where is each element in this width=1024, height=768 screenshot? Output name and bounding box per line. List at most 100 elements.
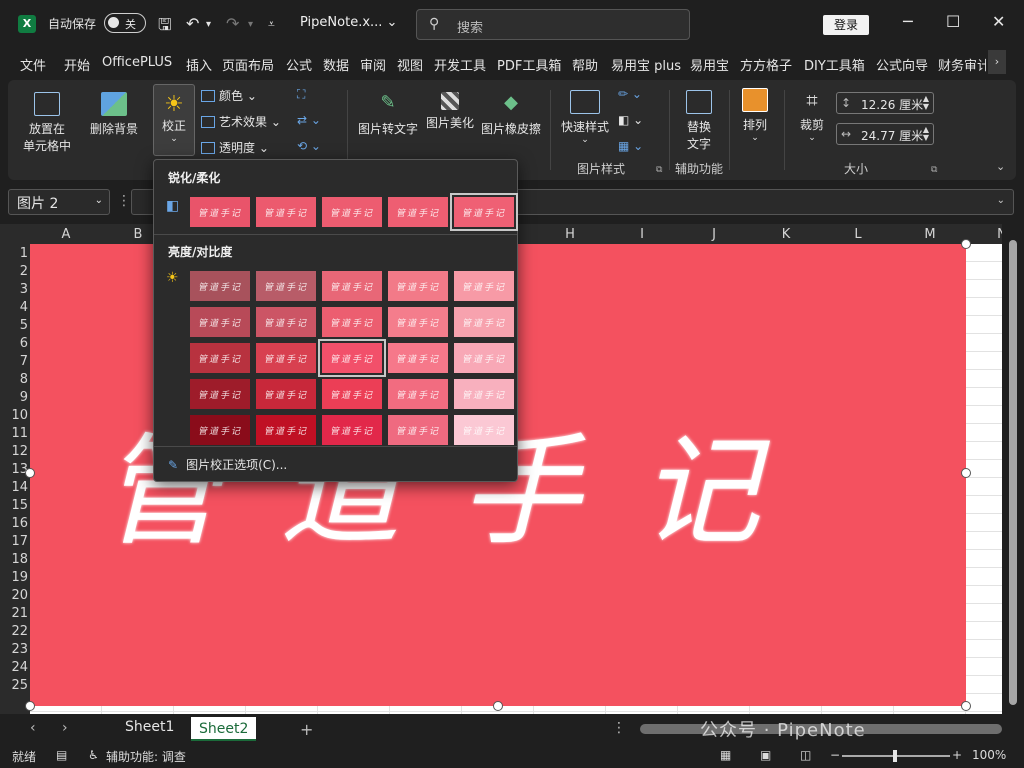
row-header[interactable]: 9 — [0, 390, 28, 405]
tab-insert[interactable]: 插入 — [186, 55, 212, 74]
zoom-level[interactable]: 100% — [972, 748, 1006, 762]
menu-scroll-right-icon[interactable]: › — [988, 50, 1006, 74]
sheet-options-icon[interactable]: ⋮ — [612, 720, 626, 736]
row-header[interactable]: 6 — [0, 336, 28, 351]
row-header[interactable]: 2 — [0, 264, 28, 279]
column-header[interactable]: N — [966, 227, 1002, 242]
brightness-preset-thumb[interactable]: 管道手记 — [256, 379, 316, 409]
quick-styles-button[interactable]: 快速样式 ⌄ — [558, 90, 612, 145]
name-box[interactable]: 图片 2 ⌄ — [8, 189, 110, 215]
sharpen-preset-thumb[interactable]: 管道手记 — [322, 197, 382, 227]
undo-icon[interactable]: ↶ — [186, 14, 199, 33]
brightness-preset-thumb[interactable]: 管道手记 — [322, 379, 382, 409]
brightness-preset-thumb[interactable]: 管道手记 — [388, 307, 448, 337]
row-header[interactable]: 21 — [0, 606, 28, 621]
column-header[interactable]: M — [894, 227, 966, 242]
row-header[interactable]: 25 — [0, 678, 28, 693]
place-in-cell-button[interactable]: 放置在 单元格中 — [18, 92, 76, 154]
sheet-prev-icon[interactable]: ‹ — [30, 720, 36, 736]
row-header[interactable]: 10 — [0, 408, 28, 423]
tab-finance-audit[interactable]: 财务审计 — [938, 55, 986, 74]
corrections-button[interactable]: ☀ 校正 ⌄ — [153, 84, 195, 156]
undo-dropdown-icon[interactable]: ▾ — [206, 19, 211, 30]
row-header[interactable]: 5 — [0, 318, 28, 333]
remove-background-button[interactable]: 删除背景 — [86, 92, 142, 137]
alt-text-button[interactable]: 替换 文字 — [676, 90, 722, 152]
zoom-out-icon[interactable]: − — [830, 748, 840, 762]
row-header[interactable]: 11 — [0, 426, 28, 441]
tab-file[interactable]: 文件 — [20, 55, 46, 74]
row-header[interactable]: 7 — [0, 354, 28, 369]
resize-handle-bottom-left[interactable] — [25, 701, 35, 711]
brightness-preset-thumb[interactable]: 管道手记 — [190, 343, 250, 373]
picture-corrections-options[interactable]: ✎ 图片校正选项(C)... — [168, 456, 287, 473]
tab-officeplus[interactable]: OfficePLUS — [102, 55, 172, 70]
brightness-preset-thumb[interactable]: 管道手记 — [190, 379, 250, 409]
maximize-icon[interactable]: ☐ — [946, 12, 960, 31]
brightness-preset-thumb[interactable]: 管道手记 — [454, 307, 514, 337]
sheet-tab-sheet2[interactable]: Sheet2 — [191, 717, 257, 741]
sharpen-preset-thumb[interactable]: 管道手记 — [190, 197, 250, 227]
brightness-preset-thumb[interactable]: 管道手记 — [454, 415, 514, 445]
sheet-next-icon[interactable]: › — [62, 720, 68, 736]
row-header[interactable]: 4 — [0, 300, 28, 315]
picture-layout-icon[interactable]: ▦ ⌄ — [618, 139, 643, 153]
tab-data[interactable]: 数据 — [323, 55, 349, 74]
arrange-button[interactable]: 排列 ⌄ — [737, 88, 773, 143]
row-header[interactable]: 22 — [0, 624, 28, 639]
brightness-preset-thumb[interactable]: 管道手记 — [388, 343, 448, 373]
beautify-button[interactable]: 图片美化 — [424, 92, 476, 131]
sharpen-preset-thumb[interactable]: 管道手记 — [388, 197, 448, 227]
vertical-scrollbar[interactable] — [1004, 224, 1022, 714]
add-sheet-button[interactable]: + — [300, 720, 313, 739]
column-header[interactable]: I — [606, 227, 678, 242]
picture-styles-launcher-icon[interactable]: ⧉ — [656, 165, 662, 175]
tab-yiyongbao[interactable]: 易用宝 — [690, 55, 729, 74]
row-header[interactable]: 19 — [0, 570, 28, 585]
brightness-preset-thumb[interactable]: 管道手记 — [318, 339, 386, 377]
normal-view-icon[interactable]: ▦ — [720, 748, 731, 762]
row-header[interactable]: 8 — [0, 372, 28, 387]
resize-handle-bottom-right[interactable] — [961, 701, 971, 711]
height-spinner[interactable]: ↕ 12.26 厘米 ▲ ▼ — [836, 92, 934, 114]
tab-fangfang[interactable]: 方方格子 — [740, 55, 792, 74]
row-header[interactable]: 24 — [0, 660, 28, 675]
login-button[interactable]: 登录 — [823, 15, 869, 35]
sheet-tab-sheet1[interactable]: Sheet1 — [125, 719, 174, 735]
picture-effects-icon[interactable]: ◧ ⌄ — [618, 113, 643, 127]
brightness-preset-thumb[interactable]: 管道手记 — [190, 271, 250, 301]
compress-pictures-icon[interactable]: ⛶ — [297, 87, 305, 102]
artistic-effects-button[interactable]: 艺术效果 ⌄ — [201, 113, 281, 130]
eraser-button[interactable]: ◆ 图片橡皮擦 — [480, 92, 542, 137]
tab-page-layout[interactable]: 页面布局 — [222, 55, 274, 74]
crop-button[interactable]: ⌗ 裁剪 ⌄ — [794, 88, 830, 143]
row-header[interactable]: 18 — [0, 552, 28, 567]
sharpen-preset-thumb[interactable]: 管道手记 — [256, 197, 316, 227]
tab-formula-wizard[interactable]: 公式向导 — [876, 55, 928, 74]
formula-bar-dots-icon[interactable]: ⋮ — [117, 193, 131, 209]
minimize-icon[interactable]: ─ — [903, 12, 913, 31]
brightness-preset-thumb[interactable]: 管道手记 — [322, 271, 382, 301]
formula-expand-icon[interactable]: ⌄ — [997, 195, 1005, 206]
tab-diy-toolbox[interactable]: DIY工具箱 — [804, 55, 865, 74]
brightness-preset-thumb[interactable]: 管道手记 — [454, 271, 514, 301]
tab-formulas[interactable]: 公式 — [286, 55, 312, 74]
row-header[interactable]: 15 — [0, 498, 28, 513]
row-header[interactable]: 12 — [0, 444, 28, 459]
change-picture-icon[interactable]: ⇄ ⌄ — [297, 113, 321, 127]
resize-handle-top-right[interactable] — [961, 239, 971, 249]
collapse-ribbon-icon[interactable]: ⌄ — [996, 160, 1005, 173]
picture-border-icon[interactable]: ✏ ⌄ — [618, 87, 642, 101]
file-name[interactable]: PipeNote.x... ⌄ — [300, 15, 397, 30]
brightness-preset-thumb[interactable]: 管道手记 — [322, 415, 382, 445]
tab-pdf-tools[interactable]: PDF工具箱 — [497, 55, 561, 74]
column-header[interactable]: L — [822, 227, 894, 242]
column-header[interactable]: A — [30, 227, 102, 242]
row-header[interactable]: 17 — [0, 534, 28, 549]
page-layout-view-icon[interactable]: ▣ — [760, 748, 771, 762]
color-button[interactable]: 颜色 ⌄ — [201, 87, 257, 104]
row-header[interactable]: 16 — [0, 516, 28, 531]
row-header[interactable]: 1 — [0, 246, 28, 261]
transparency-button[interactable]: 透明度 ⌄ — [201, 139, 269, 156]
column-header[interactable]: H — [534, 227, 606, 242]
